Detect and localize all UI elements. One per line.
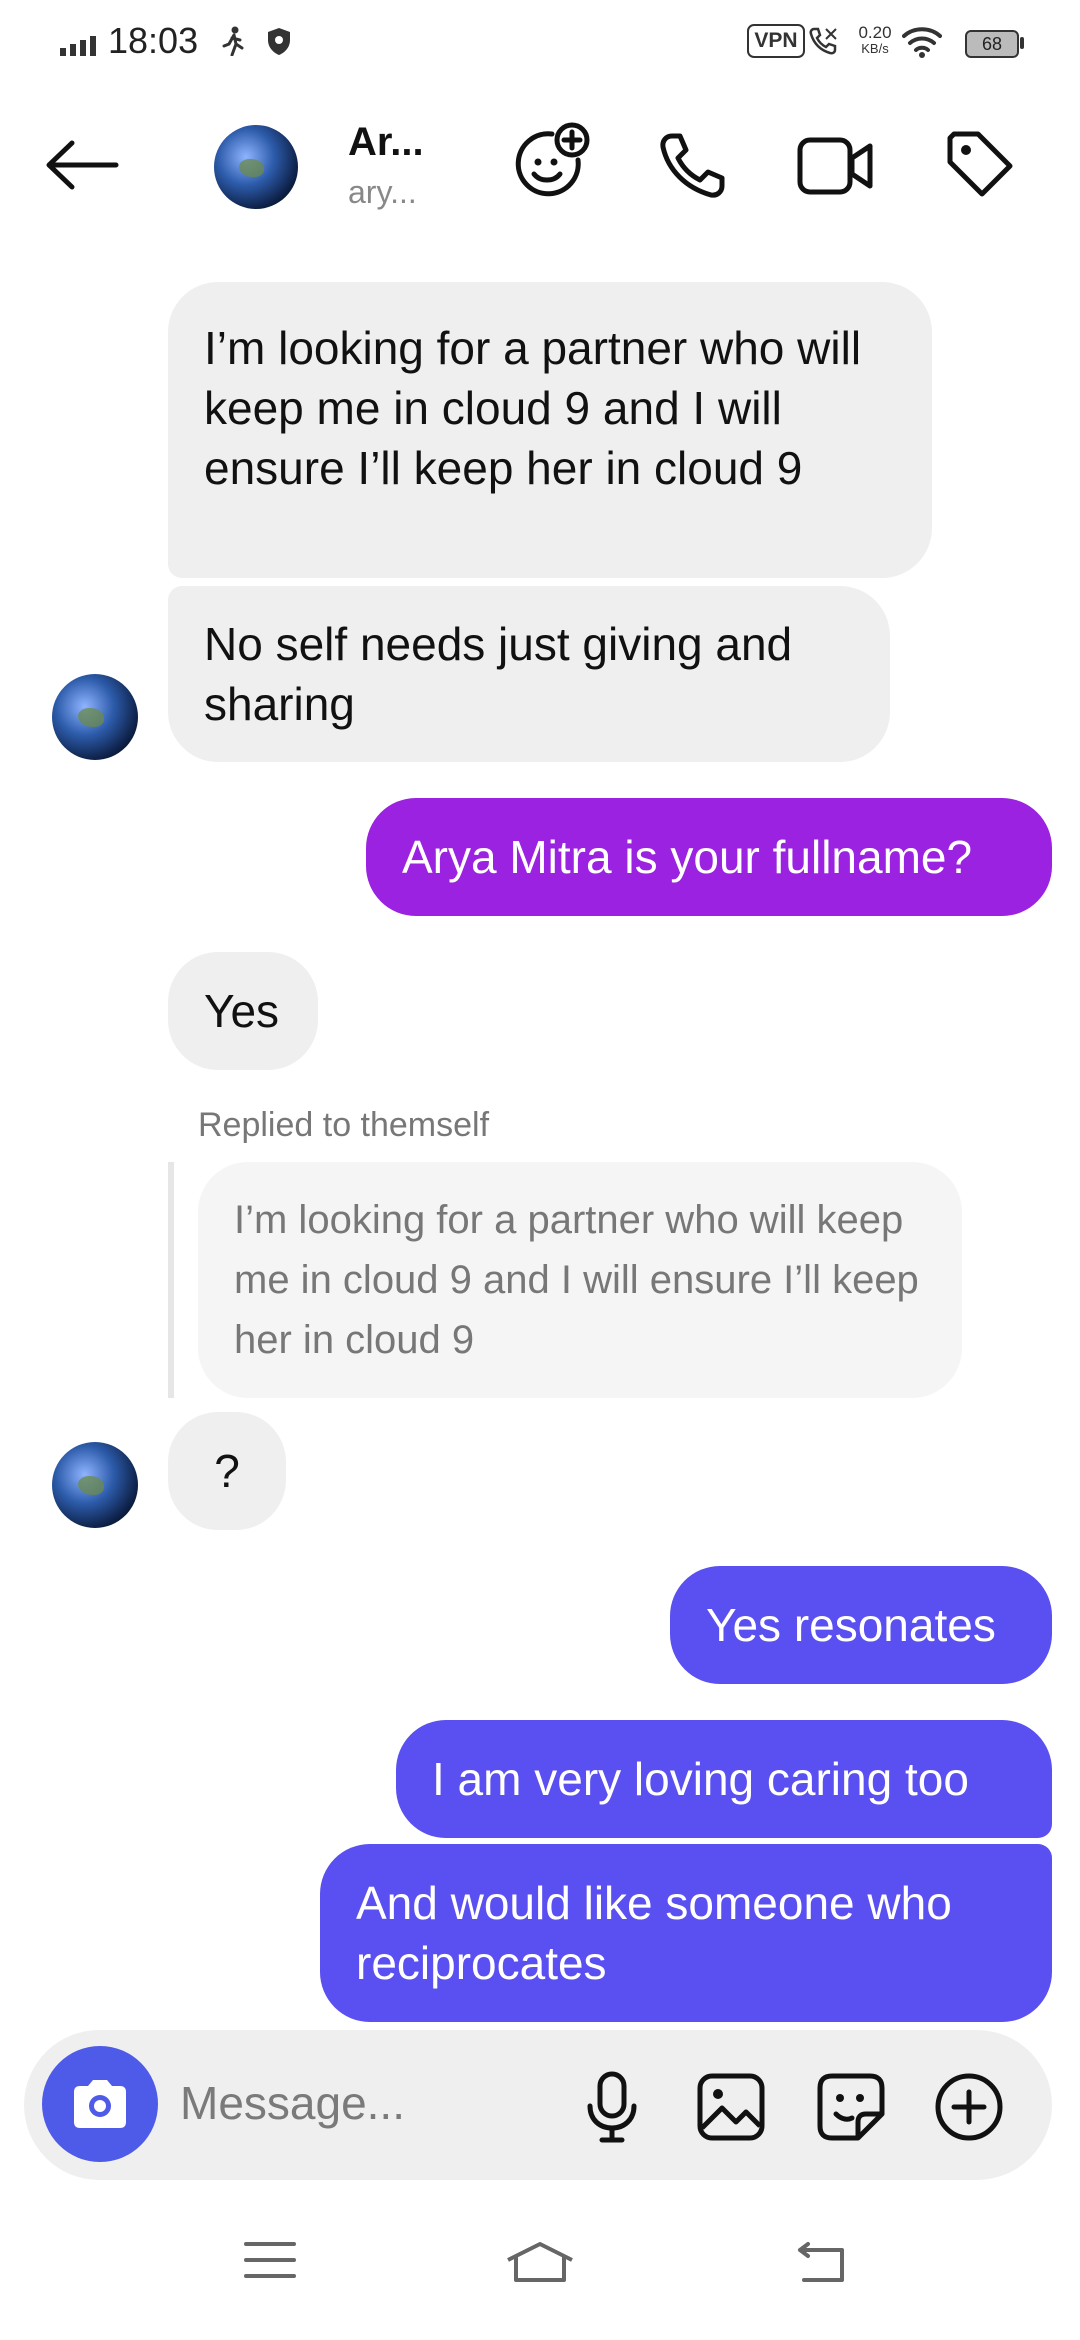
incoming-message[interactable]: I’m looking for a partner who will keep … [168, 282, 932, 578]
quote-bar [168, 1162, 174, 1398]
status-time: 18:03 [108, 20, 199, 61]
back-arrow-icon[interactable] [44, 140, 120, 190]
chat-header: Ar... ary... [0, 80, 1080, 250]
net-speed-value: 0.20 [858, 23, 892, 42]
mic-icon[interactable] [584, 2070, 640, 2146]
menu-nav-icon[interactable] [244, 2240, 296, 2280]
phone-icon[interactable] [656, 130, 728, 202]
net-speed: 0.20 KB/s [856, 24, 894, 56]
add-effect-icon[interactable] [510, 122, 590, 202]
sticker-icon[interactable] [816, 2072, 886, 2142]
wifi-icon [902, 27, 942, 58]
camera-icon [74, 2080, 126, 2128]
video-icon[interactable] [796, 134, 876, 198]
shield-icon [268, 28, 290, 55]
camera-button[interactable] [42, 2046, 158, 2162]
sender-avatar[interactable] [52, 674, 138, 760]
quoted-message[interactable]: I’m looking for a partner who will keep … [198, 1162, 962, 1398]
incoming-message[interactable]: ? [168, 1412, 286, 1530]
reply-label: Replied to themself [198, 1106, 490, 1144]
vpn-badge: VPN [747, 24, 805, 58]
call-status-icon [809, 27, 837, 55]
contact-username[interactable]: ary... [348, 174, 417, 211]
contact-name[interactable]: Ar... [348, 120, 424, 165]
outgoing-message[interactable]: Yes resonates [670, 1566, 1052, 1684]
incoming-message[interactable]: Yes [168, 952, 318, 1070]
message-thread: I’m looking for a partner who will keep … [0, 270, 1080, 2022]
home-nav-icon[interactable] [504, 2240, 576, 2284]
outgoing-message[interactable]: I am very loving caring too [396, 1720, 1052, 1838]
sender-avatar[interactable] [52, 1442, 138, 1528]
message-input[interactable]: Message... [180, 2076, 405, 2130]
net-speed-unit: KB/s [861, 41, 889, 56]
status-bar: 18:03 VPN 0.20 KB/s 68 [0, 0, 1080, 80]
battery-indicator: 68 [965, 30, 1019, 58]
tag-icon[interactable] [944, 128, 1016, 200]
back-nav-icon[interactable] [796, 2240, 848, 2284]
walk-icon [222, 26, 244, 56]
outgoing-message[interactable]: Arya Mitra is your fullname? [366, 798, 1052, 916]
gallery-icon[interactable] [696, 2072, 766, 2142]
battery-tip [1020, 37, 1024, 49]
header-avatar[interactable] [214, 125, 298, 209]
plus-icon[interactable] [934, 2072, 1004, 2142]
message-composer [24, 2030, 1052, 2180]
outgoing-message[interactable]: And would like someone who reciprocates [320, 1844, 1052, 2022]
incoming-message[interactable]: No self needs just giving and sharing [168, 586, 890, 762]
signal-icon [60, 36, 96, 56]
